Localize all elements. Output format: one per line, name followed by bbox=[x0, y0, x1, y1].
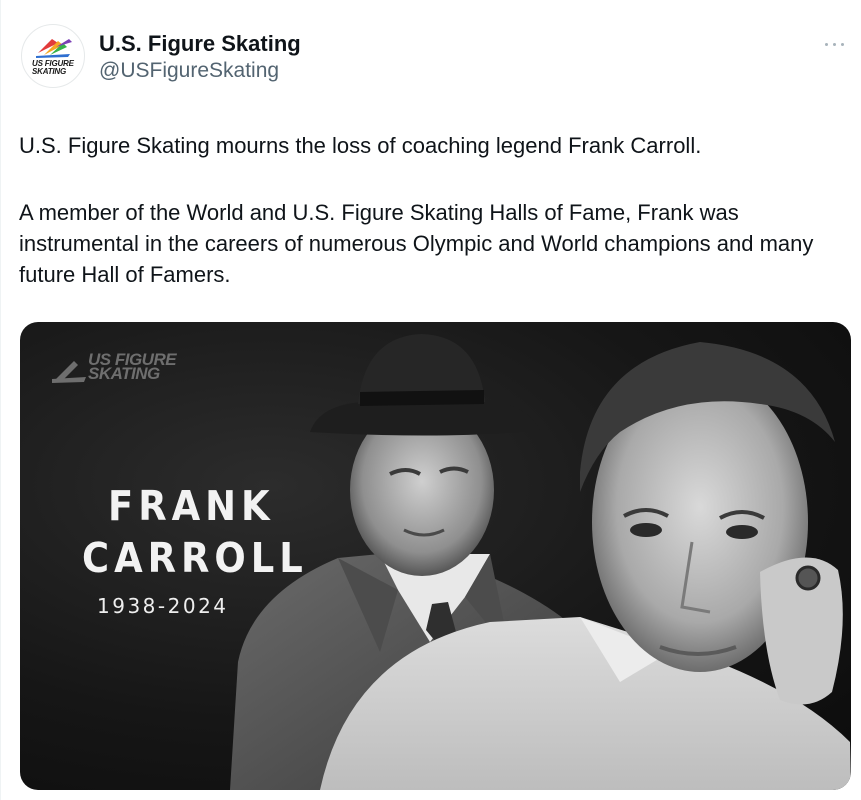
user-handle[interactable]: @USFigureSkating bbox=[99, 59, 279, 83]
avatar[interactable]: US FIGURE SKATING bbox=[21, 24, 85, 88]
skater-logo-icon bbox=[52, 361, 86, 383]
memorial-first-name: FRANK bbox=[108, 482, 275, 530]
more-horizontal-icon bbox=[825, 43, 828, 46]
memorial-last-name: CARROLL bbox=[82, 534, 308, 582]
tweet-media-image[interactable]: US FIGURE SKATING FRANK CARROLL 1938-202… bbox=[20, 322, 851, 790]
tweet: US FIGURE SKATING U.S. Figure Skating @U… bbox=[0, 0, 861, 800]
tweet-text-paragraph-2: A member of the World and U.S. Figure Sk… bbox=[19, 200, 814, 287]
us-figure-skating-logo-icon bbox=[36, 39, 72, 58]
tweet-text-paragraph-1: U.S. Figure Skating mourns the loss of c… bbox=[19, 133, 702, 158]
media-logo: US FIGURE SKATING bbox=[52, 349, 202, 389]
avatar-logo-text: US FIGURE SKATING bbox=[32, 59, 74, 76]
more-options-button[interactable] bbox=[823, 36, 847, 52]
display-name[interactable]: U.S. Figure Skating bbox=[99, 31, 301, 57]
memorial-years: 1938-2024 bbox=[97, 594, 229, 618]
